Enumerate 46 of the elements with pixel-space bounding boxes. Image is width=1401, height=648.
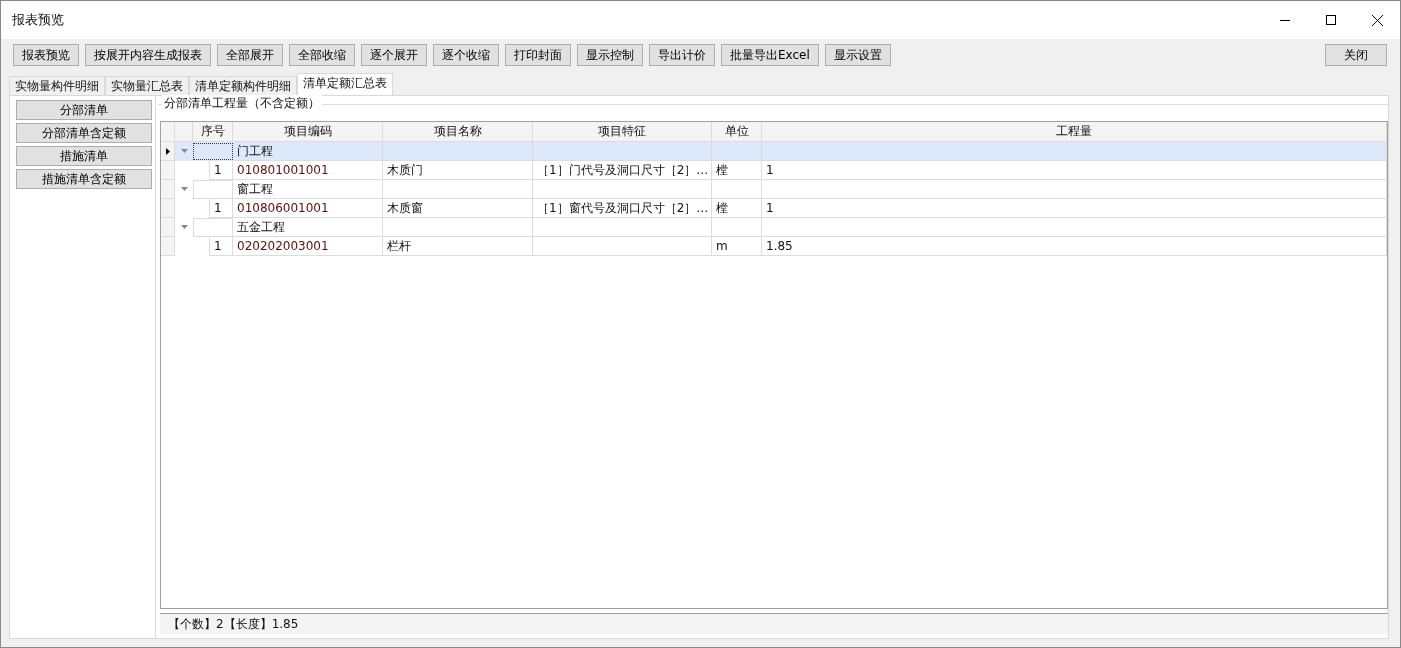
status-text: 【个数】2【长度】1.85 [168,615,299,633]
minimize-icon[interactable] [1280,19,1290,21]
tab[interactable]: 实物量汇总表 [105,76,189,95]
toolbar-button[interactable]: 显示设置 [824,44,891,66]
group-row[interactable]: 门工程 [161,142,1387,161]
sidebar-button[interactable]: 分部清单含定额 [16,123,152,143]
sidebar-button[interactable]: 分部清单 [16,100,152,120]
toolbar-button[interactable]: 逐个收缩 [433,44,499,66]
toolbar-button[interactable]: 按展开内容生成报表 [85,44,211,66]
sidebar-button[interactable]: 措施清单含定额 [16,169,152,189]
table-cell [193,218,233,237]
close-icon[interactable] [1371,14,1383,26]
toolbar-button[interactable]: 全部展开 [217,44,283,66]
collapse-caret-icon[interactable] [180,149,188,154]
table-cell: 1 [209,161,233,180]
table-cell: m [712,237,762,256]
table-cell: 1.85 [762,237,1387,256]
collapse-caret-icon[interactable] [180,225,188,230]
window-title: 报表预览 [12,11,65,29]
toolbar-button[interactable]: 逐个展开 [361,44,427,66]
row-header [161,122,175,142]
group-row[interactable]: 五金工程 [161,218,1387,237]
toolbar-button[interactable]: 显示控制 [577,44,643,66]
group-row[interactable]: 窗工程 [161,180,1387,199]
focus-cell [193,143,233,160]
sidebar-button[interactable]: 措施清单 [16,146,152,166]
tab[interactable]: 清单定额汇总表 [297,73,393,95]
row-header [161,218,175,237]
row-pointer-icon [165,147,170,155]
toolbar-button[interactable]: 打印封面 [505,44,571,66]
close-button[interactable]: 关闭 [1325,44,1387,66]
toolbar-button[interactable]: 导出计价 [649,44,715,66]
table-cell [193,180,233,199]
tab[interactable]: 清单定额构件明细 [189,76,297,95]
tab[interactable]: 实物量构件明细 [9,76,105,95]
toolbar-button[interactable]: 报表预览 [13,44,79,66]
table-cell: 1 [209,237,233,256]
table-cell: 1 [209,199,233,218]
table-cell: 020202003001 [233,237,383,256]
row-header [161,180,175,199]
group-title: 分部清单工程量（不含定额） [162,95,322,112]
table-cell: 栏杆 [383,237,533,256]
toolbar-button[interactable]: 批量导出Excel [721,44,819,66]
toolbar-button[interactable]: 全部收缩 [289,44,355,66]
maximize-icon[interactable] [1326,15,1336,25]
collapse-caret-icon[interactable] [180,187,188,192]
